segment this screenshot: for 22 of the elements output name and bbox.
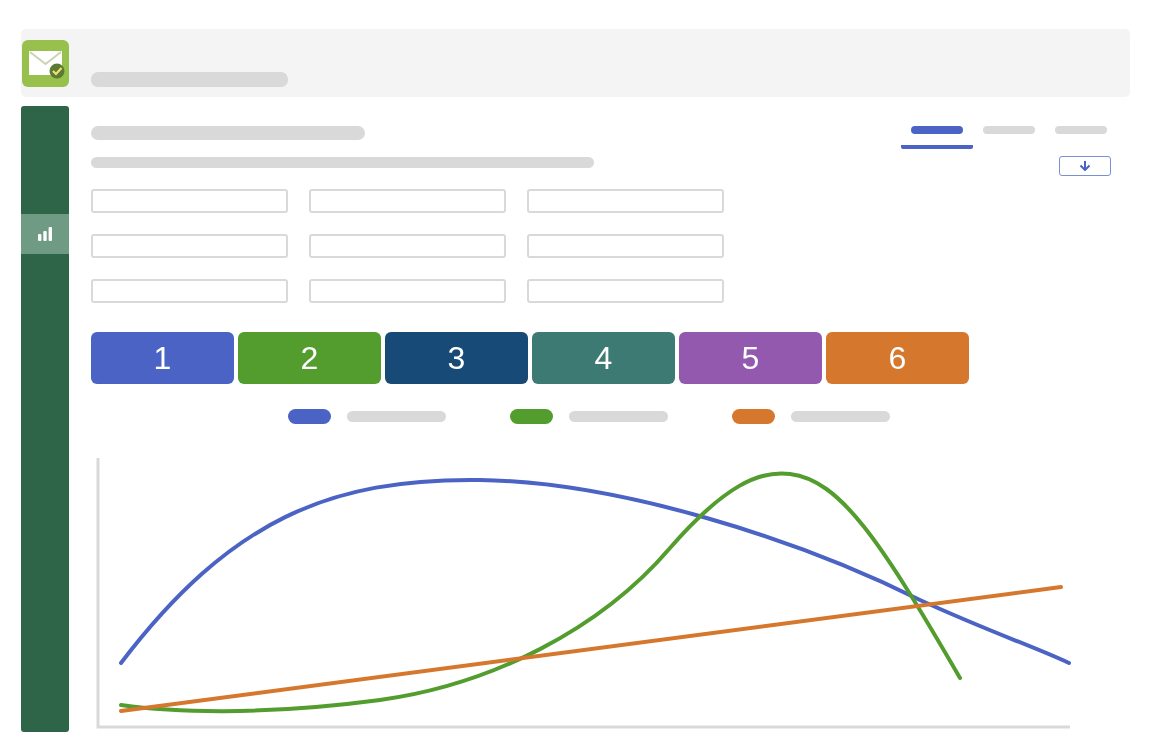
number-tile: 6 [826,332,969,384]
input-field[interactable] [527,189,724,213]
number-tile: 1 [91,332,234,384]
sidebar-item[interactable] [21,214,69,254]
input-field[interactable] [309,279,506,303]
tab-label-placeholder-bar [1055,126,1107,134]
number-tile: 3 [385,332,528,384]
number-tile: 2 [238,332,381,384]
download-icon [1079,161,1091,171]
tab-label-placeholder-bar [983,126,1035,134]
input-field[interactable] [309,234,506,258]
input-field[interactable] [527,279,724,303]
input-field[interactable] [309,189,506,213]
number-tile: 5 [679,332,822,384]
input-field[interactable] [91,189,288,213]
number-tile: 4 [532,332,675,384]
tab-label-placeholder-bar [911,126,963,134]
input-field[interactable] [91,279,288,303]
input-field[interactable] [91,234,288,258]
input-field[interactable] [527,234,724,258]
bar-chart-icon [38,227,52,241]
download-button[interactable] [1059,156,1111,176]
